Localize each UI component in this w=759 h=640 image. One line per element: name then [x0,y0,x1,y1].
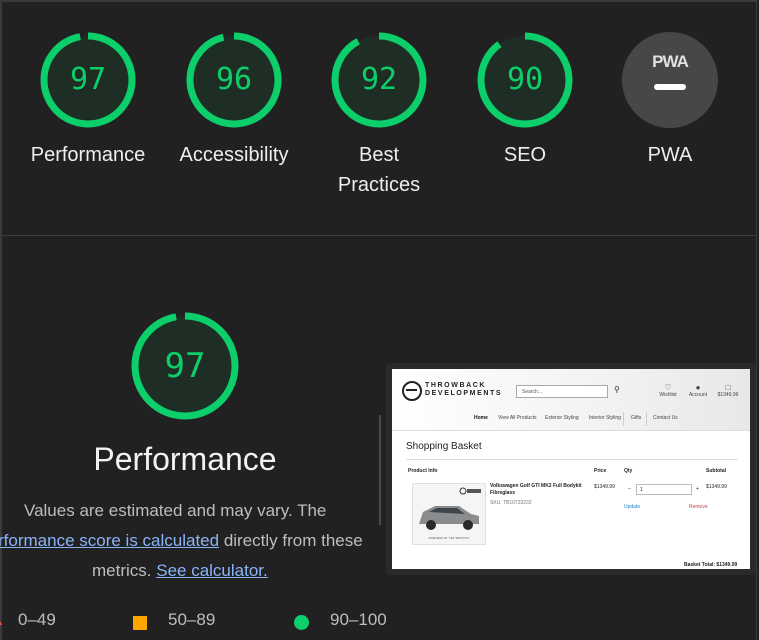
legend-fail-label: 0–49 [18,610,56,629]
gauge-seo[interactable]: 90 SEO [455,32,595,170]
content-separator [379,415,381,525]
score-value: 92 [360,62,398,97]
account-label: Account [688,392,708,398]
legend-average [133,615,147,635]
gauge-best-practices[interactable]: 92 Best Practices [309,32,449,200]
basket-title: Shopping Basket [406,441,482,452]
nav-home: Home [474,415,488,421]
search-icon: ⚲ [614,385,620,394]
score-value: 96 [215,62,253,97]
basket-top-total: $1349.99 [717,392,739,398]
col-qty: Qty [624,468,633,474]
col-price: Price [594,468,607,474]
product-name: Volkswagen Golf GTI MK2 Full Bodykit Fib… [490,483,582,497]
nav-gifts: Gifts [631,415,642,421]
account-link: ● Account [684,383,712,398]
score-label-line1: Best [358,144,400,166]
score-calculated-link[interactable]: rformance score is calculated [0,531,219,550]
gauge-accessibility[interactable]: 96 Accessibility [164,32,304,170]
product-name-line1: Volkswagen Golf GTI MK2 Full Bodykit [490,483,582,489]
user-icon: ● [695,383,701,392]
product-sku: SKU: TB10733232 [490,500,532,506]
circle-icon [294,615,309,630]
site-header [392,369,750,431]
logo-line-2: DEVELOPMENTS [425,390,503,397]
performance-title: Performance [93,441,277,477]
col-subtotal: Subtotal [706,468,726,474]
category-gauges: 97 Performance 96 Accessibility 92 Best … [0,0,759,236]
nav-separator [623,412,624,426]
nav-exterior: Exterior Styling [545,415,579,421]
remove-link: Remove [689,504,708,510]
score-legend: 0–49 50–89 90–100 [0,610,759,638]
final-screenshot-thumbnail[interactable]: THROWBACK DEVELOPMENTS Search... ⚲ ♡ Wish… [386,363,756,575]
performance-description: Values are estimated and may vary. The r… [0,496,385,586]
score-label: Best Practices [309,140,449,200]
logo-line-1: THROWBACK [425,382,487,389]
wishlist-link: ♡ Wishlist [654,383,682,398]
desc-line-2: rformance score is calculated directly f… [0,526,383,556]
header-rule [392,430,750,431]
section-divider [2,235,756,236]
nav-contact: Contact Us [653,415,678,421]
basket-total: Basket Total: $1349.99 [684,562,738,568]
qty-minus: – [628,486,631,492]
site-search-input: Search... [516,385,608,398]
performance-gauge-large: 97 [0,312,370,420]
desc-line-1: Values are estimated and may vary. The [24,501,327,520]
basket-link: □ $1349.99 [714,383,742,398]
desc-line-2-text: directly from these [219,531,363,550]
car-image: PREVIEW OF 'TEX' BODYKIT [419,487,481,540]
score-label: Performance [30,144,146,166]
legend-pass-label: 90–100 [330,610,387,629]
site-logo-text: THROWBACK DEVELOPMENTS [425,382,502,398]
legend-fail [0,610,2,630]
gauge-performance[interactable]: 97 Performance [18,32,158,170]
nav-view-all: View All Products [498,415,537,421]
product-price: $1349.99 [594,484,615,490]
desc-line-3: metrics. See calculator. [92,556,385,586]
title-rule [406,459,738,460]
col-product: Product Info [408,468,438,474]
score-label: Accessibility [179,144,289,166]
gauge-pwa[interactable]: PWA PWA [600,32,740,170]
score-label: PWA [647,144,693,166]
update-link: Update [624,504,641,510]
steering-wheel-icon [402,381,422,401]
qty-plus: + [696,486,699,492]
thumb-caption: PREVIEW OF 'TEX' BODYKIT [429,536,470,540]
pwa-badge: PWA [622,32,718,128]
nav-separator [646,412,647,426]
basket-icon: □ [725,383,731,392]
heart-icon: ♡ [664,383,672,392]
square-icon [133,616,147,630]
wishlist-label: Wishlist [659,392,677,398]
score-value: 97 [69,62,107,97]
product-subtotal: $1349.99 [706,484,727,490]
performance-score: 97 [164,346,206,386]
product-name-line2: Fibreglass [490,490,516,496]
triangle-icon [0,612,2,625]
product-thumbnail: PREVIEW OF 'TEX' BODYKIT [412,483,486,545]
legend-average-label: 50–89 [168,610,216,629]
score-value: 90 [506,62,544,97]
score-label-line2: Practices [337,174,421,196]
pwa-badge-text: PWA [652,52,688,71]
legend-pass [294,615,309,635]
nav-interior: Interior Styling [589,415,621,421]
see-calculator-link[interactable]: See calculator. [156,561,268,580]
desc-line-3-text: metrics. [92,561,157,580]
score-label: SEO [503,144,547,166]
qty-input: 1 [636,484,692,495]
